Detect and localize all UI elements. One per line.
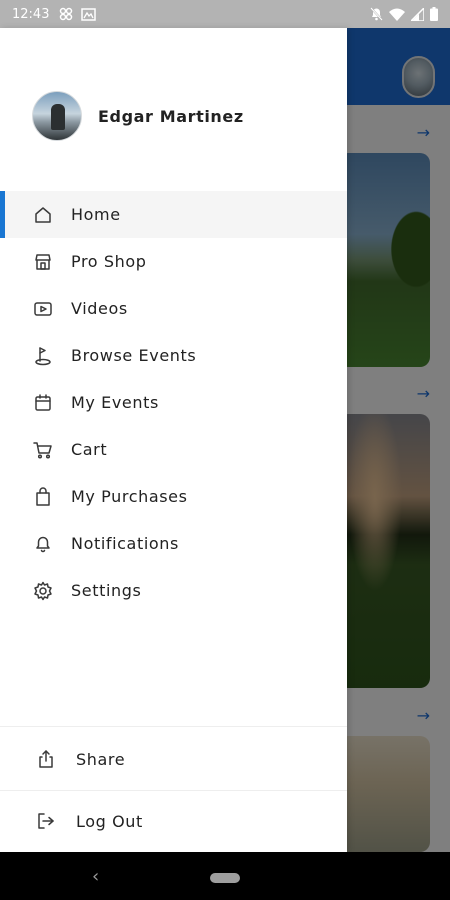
status-bar: 12:43	[0, 0, 450, 28]
signal-icon	[411, 7, 424, 21]
drawer-menu: Home Pro Shop Videos Browse Events My Ev…	[0, 191, 347, 614]
share-icon	[35, 748, 57, 770]
menu-item-notifications[interactable]: Notifications	[0, 520, 347, 567]
menu-item-my-purchases[interactable]: My Purchases	[0, 473, 347, 520]
share-label: Share	[76, 749, 126, 769]
share-button[interactable]: Share	[0, 728, 347, 790]
divider	[0, 726, 347, 727]
cart-icon	[32, 439, 54, 461]
menu-item-home[interactable]: Home	[0, 191, 347, 238]
back-icon[interactable]: ‹	[92, 866, 99, 887]
wifi-icon	[389, 8, 405, 21]
bell-off-icon	[370, 7, 383, 21]
menu-item-videos[interactable]: Videos	[0, 285, 347, 332]
menu-item-label: Home	[71, 205, 121, 224]
golf-flag-icon	[32, 345, 54, 367]
menu-item-pro-shop[interactable]: Pro Shop	[0, 238, 347, 285]
menu-item-label: Notifications	[71, 534, 179, 553]
menu-item-label: My Purchases	[71, 487, 188, 506]
menu-item-cart[interactable]: Cart	[0, 426, 347, 473]
logout-label: Log Out	[76, 811, 143, 831]
profile-header[interactable]: Edgar Martinez	[32, 91, 244, 141]
menu-item-label: Cart	[71, 440, 108, 459]
home-pill-button[interactable]	[210, 873, 240, 883]
gear-icon	[32, 580, 54, 602]
battery-icon	[430, 7, 438, 21]
menu-item-label: Settings	[71, 581, 142, 600]
bell-icon	[32, 533, 54, 555]
grid-icon	[59, 7, 73, 21]
home-icon	[32, 204, 54, 226]
status-time: 12:43	[12, 6, 50, 22]
menu-item-settings[interactable]: Settings	[0, 567, 347, 614]
menu-item-browse-events[interactable]: Browse Events	[0, 332, 347, 379]
profile-name: Edgar Martinez	[98, 106, 244, 126]
video-icon	[32, 298, 54, 320]
system-nav-bar: ‹	[0, 852, 450, 900]
menu-item-label: Videos	[71, 299, 128, 318]
avatar[interactable]	[32, 91, 82, 141]
shopping-bag-icon	[32, 486, 54, 508]
menu-item-label: My Events	[71, 393, 159, 412]
menu-item-label: Pro Shop	[71, 252, 147, 271]
store-icon	[32, 251, 54, 273]
logout-button[interactable]: Log Out	[0, 790, 347, 852]
menu-item-my-events[interactable]: My Events	[0, 379, 347, 426]
navigation-drawer: Edgar Martinez Home Pro Shop Videos Brow…	[0, 28, 347, 852]
calendar-icon	[32, 392, 54, 414]
logout-icon	[35, 810, 57, 832]
menu-item-label: Browse Events	[71, 346, 197, 365]
gallery-icon	[81, 7, 97, 21]
